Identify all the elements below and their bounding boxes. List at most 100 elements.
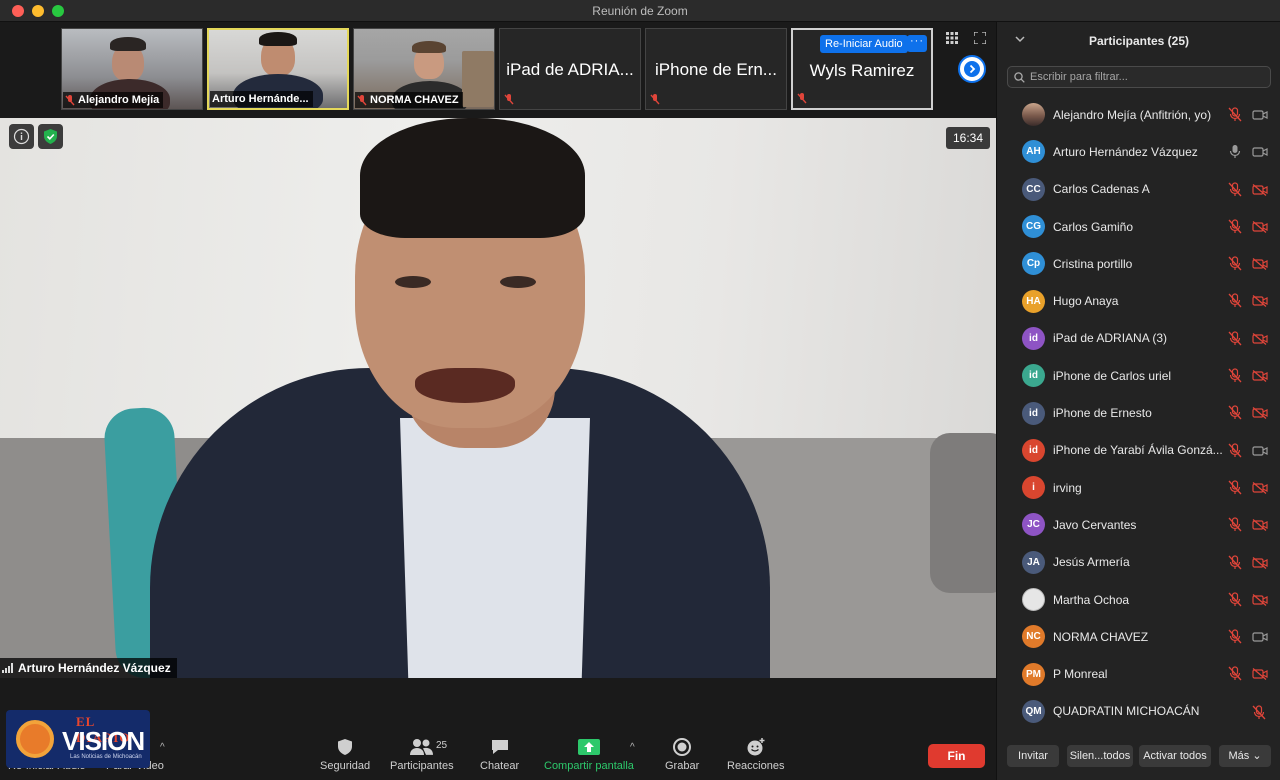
logo-emblem-icon xyxy=(16,720,54,758)
filter-field[interactable] xyxy=(1007,66,1271,88)
mic-muted-icon xyxy=(650,94,660,105)
encryption-button[interactable] xyxy=(38,124,63,149)
minimize-window-button[interactable] xyxy=(32,5,44,17)
participant-row[interactable]: NC NORMA CHAVEZ xyxy=(997,618,1280,655)
participant-name: iPhone de Carlos uriel xyxy=(1053,368,1172,383)
participant-avatar: i xyxy=(1022,476,1045,500)
participant-row[interactable]: QM QUADRATIN MICHOACÁN xyxy=(997,693,1280,730)
video-camera-icon xyxy=(1252,630,1268,648)
thumbnail-name: Arturo Hernánde... xyxy=(212,93,309,105)
participant-row[interactable]: PM P Monreal xyxy=(997,655,1280,692)
participant-row[interactable]: Martha Ochoa xyxy=(997,581,1280,618)
signal-strength-icon xyxy=(2,663,13,673)
fullscreen-icon[interactable] xyxy=(974,32,986,44)
security-button[interactable]: Seguridad xyxy=(320,738,370,772)
record-button[interactable]: Grabar xyxy=(665,738,699,772)
toolbar-label: Seguridad xyxy=(320,760,371,772)
speaker-face xyxy=(500,276,536,288)
invite-button[interactable]: Invitar xyxy=(1007,745,1059,767)
video-off-icon xyxy=(1252,667,1268,685)
participant-row[interactable]: id iPhone de Carlos uriel xyxy=(997,357,1280,394)
participant-row[interactable]: id iPhone de Ernesto xyxy=(997,394,1280,431)
video-off-icon xyxy=(1252,294,1268,312)
participant-name: Jesús Armería xyxy=(1053,555,1130,570)
mic-muted-icon xyxy=(1228,443,1242,463)
participant-name: Javo Cervantes xyxy=(1053,517,1137,532)
participant-row[interactable]: Cp Cristina portillo xyxy=(997,245,1280,282)
chevron-down-icon[interactable] xyxy=(1015,35,1025,43)
reactions-button[interactable]: Reacciones xyxy=(727,738,784,772)
video-off-icon xyxy=(1252,406,1268,424)
watermark-logo: EL DIARIO VISION Las Noticias de Michoac… xyxy=(6,710,150,768)
participant-avatar: NC xyxy=(1022,625,1045,649)
filter-input[interactable] xyxy=(1030,71,1260,83)
unmute-all-button[interactable]: Activar todos xyxy=(1139,745,1211,767)
participant-row[interactable]: i irving xyxy=(997,469,1280,506)
more-button[interactable]: Más ⌄ xyxy=(1219,745,1271,767)
video-off-icon xyxy=(1252,332,1268,350)
participant-name: Cristina portillo xyxy=(1053,256,1133,271)
thumbnail-strip: Alejandro Mejía Arturo Hernánde... NORMA… xyxy=(0,22,996,117)
thumbnail-tile-ipad-adriana[interactable]: iPad de ADRIA... xyxy=(499,28,641,110)
thumbnail-name-tag: Alejandro Mejía xyxy=(63,92,164,108)
gallery-grid-icon[interactable] xyxy=(946,32,958,44)
zoom-window: Reunión de Zoom Alejandro Mejía Arturo H… xyxy=(0,0,1280,780)
chat-bubble-icon xyxy=(491,740,508,754)
thumbnail-tile-iphone-ernesto[interactable]: iPhone de Ern... xyxy=(645,28,787,110)
participant-name: Arturo Hernández Vázquez xyxy=(1053,144,1198,159)
toolbar-label: Chatear xyxy=(480,760,520,772)
video-options-caret-icon[interactable]: ^ xyxy=(160,742,165,753)
participant-row[interactable]: JC Javo Cervantes xyxy=(997,506,1280,543)
tile-more-button[interactable]: ··· xyxy=(907,35,927,52)
maximize-window-button[interactable] xyxy=(52,5,64,17)
meeting-info-button[interactable] xyxy=(9,124,34,149)
mic-muted-icon xyxy=(1228,629,1242,649)
participants-panel: Participantes (25) Alejandro Mejía (Anfi… xyxy=(996,22,1280,780)
share-screen-icon xyxy=(577,739,600,755)
mic-muted-icon xyxy=(1228,293,1242,313)
participants-button[interactable]: 25 Participantes xyxy=(390,738,454,772)
participant-row[interactable]: Alejandro Mejía (Anfitrión, yo) xyxy=(997,96,1280,133)
participant-row[interactable]: HA Hugo Anaya xyxy=(997,282,1280,319)
share-screen-button[interactable]: Compartir pantalla xyxy=(544,738,634,772)
participant-avatar: id xyxy=(1022,438,1045,462)
participant-row[interactable]: CG Carlos Gamiño xyxy=(997,208,1280,245)
thumbnail-name: iPhone de Ern... xyxy=(655,60,777,79)
participant-row[interactable]: JA Jesús Armería xyxy=(997,544,1280,581)
participant-avatar: id xyxy=(1022,364,1045,388)
mic-muted-icon xyxy=(1228,368,1242,388)
thumbnail-tile-wyls-ramirez[interactable]: Re-Iniciar Audio ··· Wyls Ramirez xyxy=(791,28,933,110)
thumbnail-tile-norma[interactable]: NORMA CHAVEZ xyxy=(353,28,495,110)
close-window-button[interactable] xyxy=(12,5,24,17)
participant-avatar: AH xyxy=(1022,140,1045,164)
mute-all-button[interactable]: Silen...todos xyxy=(1067,745,1133,767)
next-page-button[interactable] xyxy=(958,55,986,83)
participant-avatar: CG xyxy=(1022,215,1045,239)
participant-row[interactable]: AH Arturo Hernández Vázquez xyxy=(997,133,1280,170)
shield-check-icon xyxy=(44,129,57,144)
mic-icon xyxy=(1228,144,1242,164)
participant-avatar: HA xyxy=(1022,289,1045,313)
video-camera-icon xyxy=(1252,444,1268,462)
thumbnail-tile-alejandro[interactable]: Alejandro Mejía xyxy=(61,28,203,110)
participant-avatar xyxy=(1022,103,1045,127)
restart-audio-button[interactable]: Re-Iniciar Audio xyxy=(820,35,908,53)
participants-count: 25 xyxy=(436,740,448,751)
participant-avatar: QM xyxy=(1022,699,1045,723)
chevron-right-icon xyxy=(964,61,980,77)
thumbnail-name: NORMA CHAVEZ xyxy=(370,94,459,106)
participant-name: P Monreal xyxy=(1053,667,1108,682)
share-options-caret-icon[interactable]: ^ xyxy=(630,742,635,753)
end-meeting-button[interactable]: Fin xyxy=(928,744,985,768)
thumbnail-name: Wyls Ramirez xyxy=(809,61,915,80)
participant-row[interactable]: id iPad de ADRIANA (3) xyxy=(997,320,1280,357)
participant-name: irving xyxy=(1053,480,1082,495)
participant-row[interactable]: CC Carlos Cadenas A xyxy=(997,171,1280,208)
participant-name: Martha Ochoa xyxy=(1053,592,1130,607)
participant-avatar: id xyxy=(1022,401,1045,425)
participant-row[interactable]: id iPhone de Yarabí Ávila Gonzá... xyxy=(997,432,1280,469)
video-camera-icon xyxy=(1252,145,1268,163)
thumbnail-tile-arturo[interactable]: Arturo Hernánde... xyxy=(207,28,349,110)
chat-button[interactable]: Chatear xyxy=(480,738,519,772)
mic-muted-icon xyxy=(504,94,514,105)
